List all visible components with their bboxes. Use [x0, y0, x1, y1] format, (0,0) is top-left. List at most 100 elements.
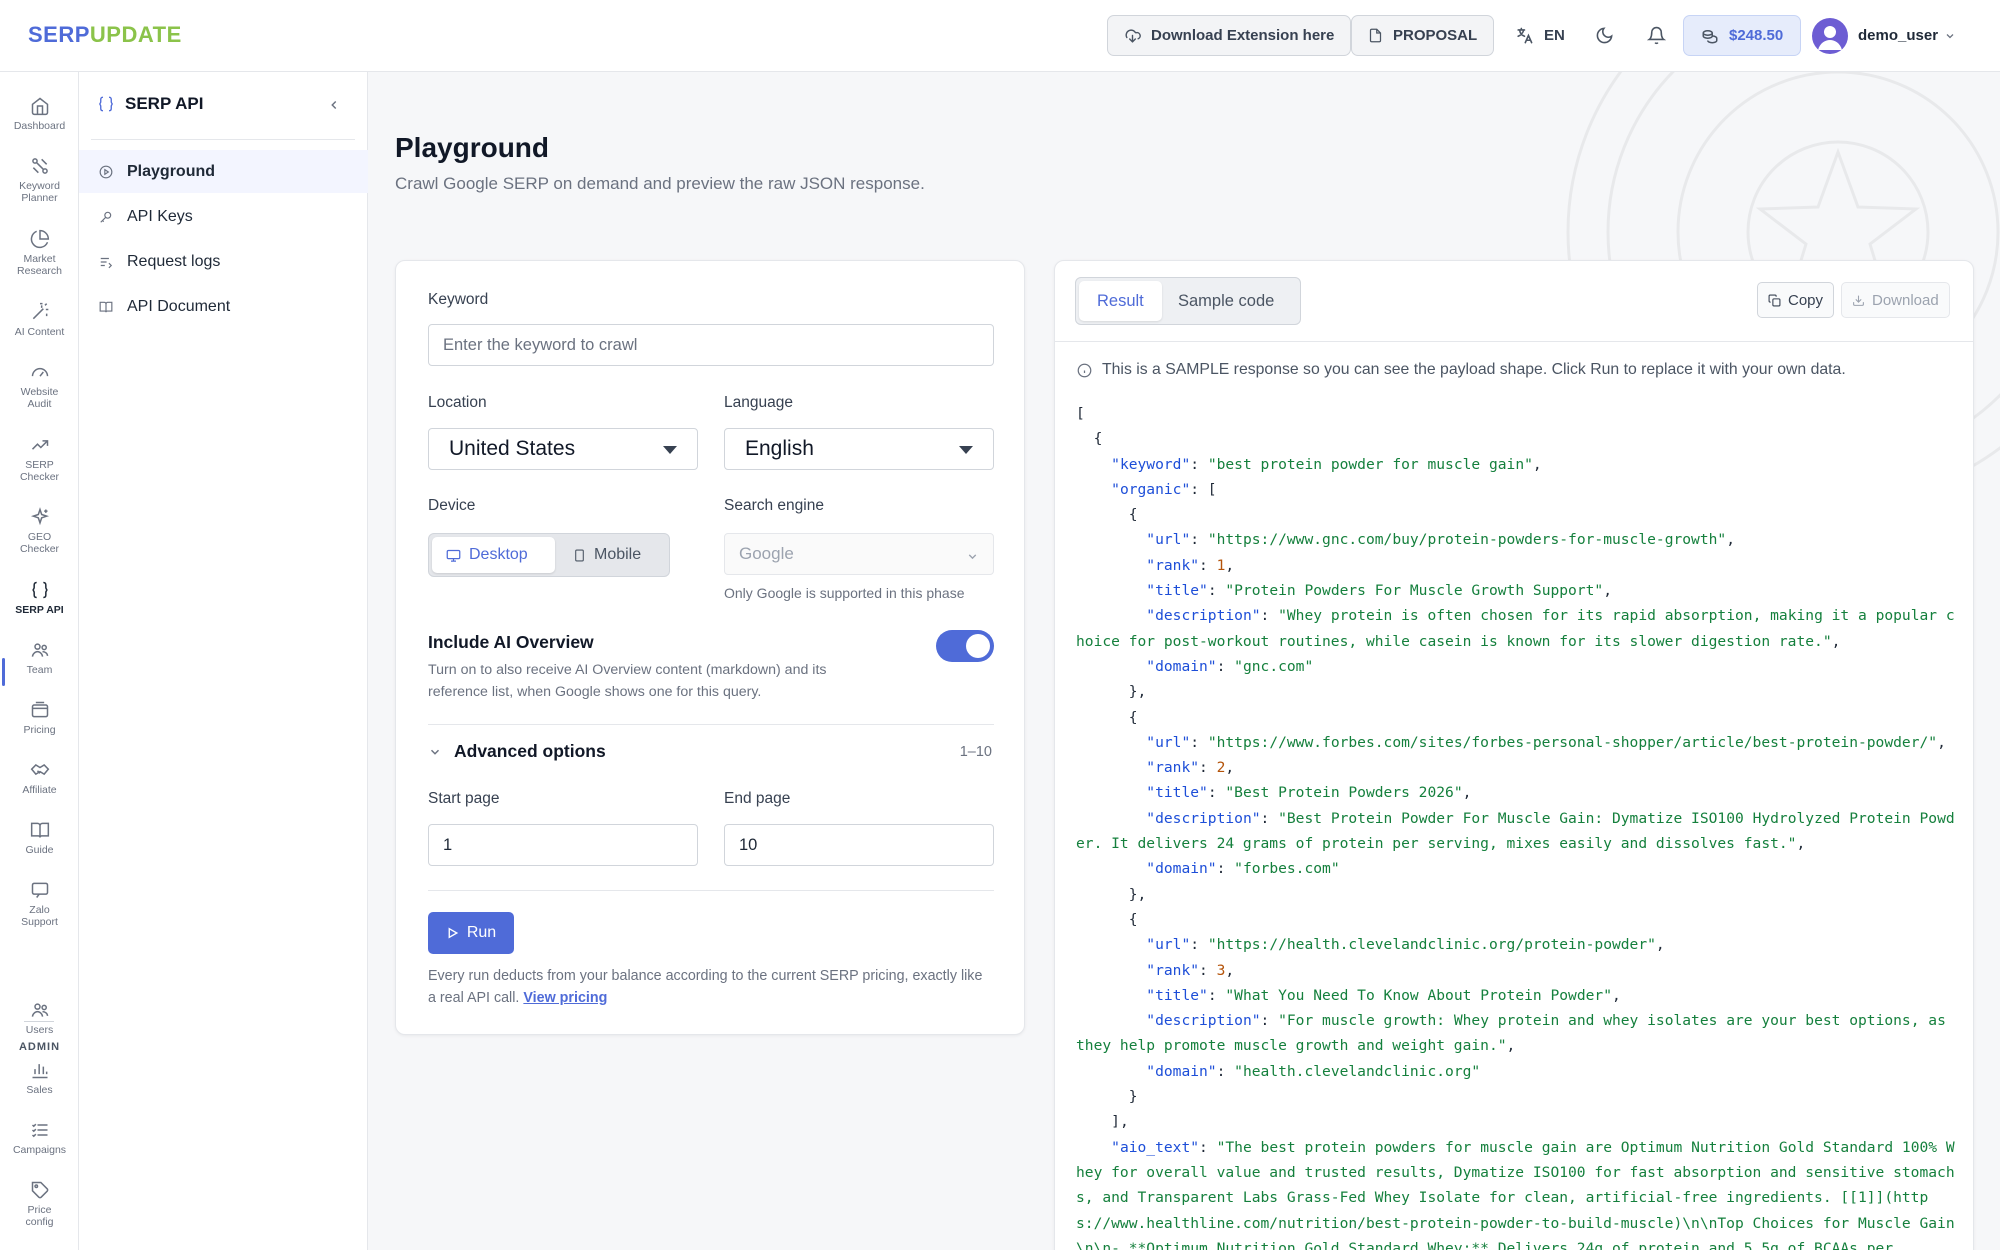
username[interactable]: demo_user — [1858, 27, 1938, 44]
advanced-options-toggle[interactable]: Advanced options — [428, 741, 606, 762]
rail-item-ai-content[interactable]: AI Content — [0, 302, 79, 338]
rail-item-serp-api[interactable]: SERP API — [0, 580, 79, 616]
json-line: } — [1076, 1088, 1138, 1106]
sidebar-item-request-logs[interactable]: Request logs — [79, 240, 368, 283]
key-icon — [99, 210, 113, 224]
icon-rail: Dashboard Keyword Planner Market Researc… — [0, 72, 79, 1250]
chevron-left-icon — [327, 98, 341, 112]
toggle-knob — [966, 634, 990, 658]
json-line: "url": "https://www.gnc.com/buy/protein-… — [1146, 531, 1735, 549]
chevron-down-icon — [428, 745, 442, 759]
device-mobile-button[interactable]: Mobile — [559, 537, 667, 573]
braces-icon — [97, 95, 115, 113]
pie-icon — [30, 229, 50, 253]
json-line: "description": "For muscle growth: Whey … — [1076, 1012, 1955, 1055]
caret-down-icon — [959, 446, 973, 454]
json-line: "domain": "gnc.com" — [1146, 657, 1314, 675]
rail-item-sales[interactable]: Sales — [0, 1060, 79, 1096]
json-line: ], — [1076, 1113, 1129, 1131]
keyword-input[interactable]: Enter the keyword to crawl — [428, 324, 994, 366]
book-open-icon — [99, 300, 113, 314]
copy-button[interactable]: Copy — [1757, 282, 1835, 318]
rail-item-affiliate[interactable]: Affiliate — [0, 760, 79, 796]
sidebar-item-api-keys[interactable]: API Keys — [79, 195, 368, 238]
ai-overview-toggle[interactable] — [936, 630, 994, 662]
tab-sample-code[interactable]: Sample code — [1160, 281, 1292, 321]
rail-item-geo-checker[interactable]: GEO Checker — [0, 507, 79, 555]
json-line: "title": "Protein Powders For Muscle Gro… — [1146, 582, 1612, 600]
run-button[interactable]: Run — [428, 912, 514, 954]
search-engine-select[interactable]: Google — [724, 533, 994, 575]
json-line: "description": "Best Protein Powder For … — [1076, 809, 1955, 853]
rail-item-campaigns[interactable]: Campaigns — [0, 1120, 79, 1156]
page-subtitle: Crawl Google SERP on demand and preview … — [395, 174, 925, 193]
device-desktop-button[interactable]: Desktop — [432, 537, 555, 573]
info-icon — [1077, 363, 1092, 378]
json-line: { — [1076, 708, 1138, 726]
json-line: { — [1076, 506, 1138, 524]
collapse-sidebar-button[interactable] — [327, 98, 341, 112]
sidebar-item-playground[interactable]: Playground — [79, 150, 368, 193]
download-icon — [1852, 294, 1865, 307]
sidebar-header: SERP API — [97, 94, 203, 114]
page-range-badge: 1–10 — [959, 744, 992, 760]
keyword-icon — [30, 156, 50, 180]
json-line: "rank": 1, — [1146, 556, 1235, 574]
list-icon — [30, 1120, 50, 1144]
json-line: "organic": [ — [1111, 480, 1217, 498]
keyword-label: Keyword — [428, 291, 489, 308]
json-response-viewer[interactable]: [ { "keyword": "best protein powder for … — [1076, 401, 1956, 1250]
bell-icon — [1647, 26, 1666, 45]
json-line: }, — [1076, 683, 1147, 701]
team-icon — [30, 640, 50, 664]
file-icon — [1368, 27, 1383, 44]
rail-item-dashboard[interactable]: Dashboard — [0, 96, 79, 132]
ai-overview-description: Turn on to also receive AI Overview cont… — [428, 662, 827, 700]
sidebar-item-api-document[interactable]: API Document — [79, 285, 368, 328]
rail-item-market-research[interactable]: Market Research — [0, 229, 79, 277]
start-page-input[interactable]: 1 — [428, 824, 698, 866]
chat-icon — [30, 880, 50, 904]
start-page-label: Start page — [428, 790, 500, 807]
result-card: Result Sample code Copy Download This is… — [1054, 260, 1974, 1250]
language-switcher[interactable]: EN — [1511, 15, 1569, 56]
balance-badge[interactable]: $248.50 — [1683, 15, 1802, 56]
proposal-button[interactable]: PROPOSAL — [1351, 15, 1495, 56]
gauge-icon — [30, 362, 50, 386]
language-select[interactable]: English — [724, 428, 994, 470]
rail-item-users[interactable]: Users — [0, 1000, 79, 1036]
run-pricing-note: Every run deducts from your balance acco… — [428, 968, 983, 1006]
rail-item-website-audit[interactable]: Website Audit — [0, 362, 79, 410]
chevron-down-icon[interactable] — [1944, 30, 1956, 42]
rail-item-guide[interactable]: Guide — [0, 820, 79, 856]
download-button[interactable]: Download — [1841, 282, 1950, 318]
view-pricing-link[interactable]: View pricing — [523, 990, 607, 1006]
book-icon — [30, 820, 50, 844]
location-select[interactable]: United States — [428, 428, 698, 470]
download-extension-button[interactable]: Download Extension here — [1107, 15, 1352, 56]
json-line: "title": "What You Need To Know About Pr… — [1146, 986, 1621, 1004]
tab-result[interactable]: Result — [1079, 281, 1162, 321]
rail-item-team[interactable]: Team — [0, 640, 79, 676]
language-label: Language — [724, 394, 793, 411]
main-content: Playground Crawl Google SERP on demand a… — [368, 72, 2000, 1250]
json-line: "url": "https://health.clevelandclinic.o… — [1146, 936, 1665, 954]
brand-logo[interactable]: SERPUPDATE — [28, 22, 182, 48]
admin-section-label: ADMIN — [18, 1041, 61, 1053]
request-form-card: Keyword Enter the keyword to crawl Locat… — [395, 260, 1025, 1035]
result-tabs: Result Sample code — [1075, 277, 1301, 325]
rail-item-pricing[interactable]: Pricing — [0, 700, 79, 736]
notifications-button[interactable] — [1643, 15, 1670, 56]
end-page-input[interactable]: 10 — [724, 824, 994, 866]
translate-icon — [1515, 26, 1534, 45]
ai-overview-title: Include AI Overview — [428, 632, 594, 652]
avatar[interactable] — [1812, 18, 1848, 54]
rail-item-zalo-support[interactable]: Zalo Support — [0, 880, 79, 928]
dark-mode-toggle[interactable] — [1591, 15, 1618, 56]
rail-item-keyword-planner[interactable]: Keyword Planner — [0, 156, 79, 204]
json-line: "description": "Whey protein is often ch… — [1076, 607, 1955, 650]
search-engine-label: Search engine — [724, 497, 824, 514]
rail-item-serp-checker[interactable]: SERP Checker — [0, 435, 79, 483]
json-line: "rank": 3, — [1146, 961, 1235, 979]
rail-item-price-config[interactable]: Price config — [0, 1180, 79, 1228]
